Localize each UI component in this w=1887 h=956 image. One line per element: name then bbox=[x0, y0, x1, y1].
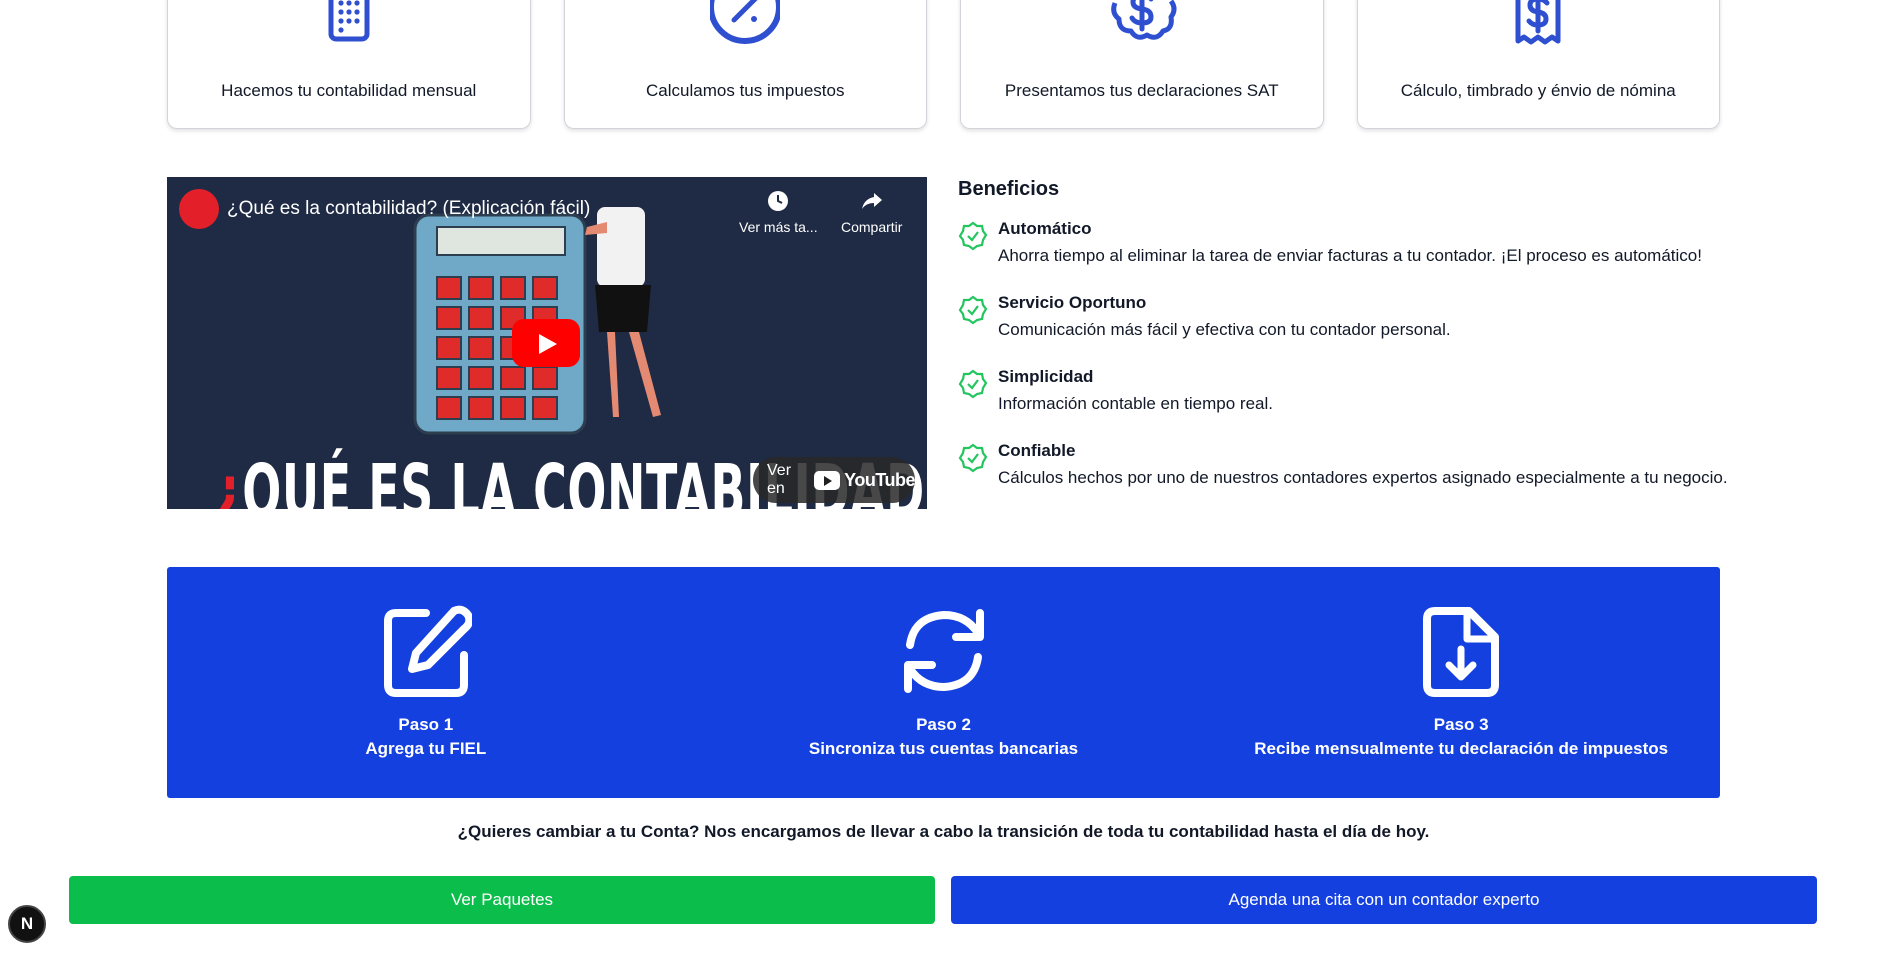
share-button[interactable]: Compartir bbox=[841, 189, 902, 235]
service-card-label: Hacemos tu contabilidad mensual bbox=[221, 81, 477, 100]
dollar-badge-icon bbox=[1110, 0, 1177, 40]
benefit-text: Ahorra tiempo al eliminar la tarea de en… bbox=[998, 246, 1702, 265]
benefit-item: Automático Ahorra tiempo al eliminar la … bbox=[958, 219, 1738, 291]
steps-section: Paso 1 Agrega tu FIEL Paso 2 Sincroniza … bbox=[167, 567, 1720, 798]
channel-avatar[interactable] bbox=[179, 189, 219, 229]
step-number: Paso 3 bbox=[1433, 715, 1489, 734]
services-cards: Hacemos tu contabilidad mensual Calculam… bbox=[167, 0, 1720, 129]
benefit-item: Simplicidad Información contable en tiem… bbox=[958, 367, 1738, 439]
service-card-accounting: Hacemos tu contabilidad mensual bbox=[167, 0, 531, 129]
clock-icon bbox=[768, 191, 789, 211]
step-text: Recibe mensualmente tu declaración de im… bbox=[1254, 739, 1669, 758]
step-number: Paso 2 bbox=[916, 715, 971, 734]
benefit-text: Comunicación más fácil y efectiva con tu… bbox=[998, 320, 1451, 339]
play-button[interactable] bbox=[512, 319, 580, 367]
watch-later-button[interactable]: Ver más ta... bbox=[739, 189, 818, 235]
benefits-heading: Beneficios bbox=[958, 178, 1060, 200]
file-download-icon bbox=[1423, 607, 1500, 697]
watch-on-label: Ver en bbox=[767, 462, 792, 497]
check-badge-icon bbox=[958, 295, 988, 325]
share-icon bbox=[861, 193, 882, 209]
transition-message: ¿Quieres cambiar a tu Conta? Nos encarga… bbox=[457, 822, 1430, 841]
benefit-item: Confiable Cálculos hechos por uno de nue… bbox=[958, 441, 1738, 513]
service-card-label: Calculamos tus impuestos bbox=[646, 81, 845, 100]
youtube-video-embed[interactable]: ¿Qué es la contabilidad? (Explicación fá… bbox=[167, 177, 927, 509]
benefits-section: Beneficios Automático Ahorra tiempo al e… bbox=[958, 178, 1738, 513]
benefit-title: Automático bbox=[998, 219, 1092, 238]
check-badge-icon bbox=[958, 221, 988, 251]
step-3: Paso 3 Recibe mensualmente tu declaració… bbox=[1202, 567, 1720, 798]
step-text: Agrega tu FIEL bbox=[365, 739, 487, 758]
service-card-taxes: Calculamos tus impuestos bbox=[563, 0, 927, 129]
sync-icon bbox=[903, 609, 984, 693]
youtube-wordmark: YouTube bbox=[844, 469, 915, 490]
benefit-title: Servicio Oportuno bbox=[998, 293, 1147, 312]
percent-badge-icon bbox=[710, 0, 781, 44]
benefit-text: Información contable en tiempo real. bbox=[998, 394, 1273, 413]
benefit-item: Servicio Oportuno Comunicación más fácil… bbox=[958, 293, 1738, 365]
watch-later-label: Ver más ta... bbox=[739, 219, 818, 235]
edit-icon bbox=[383, 605, 472, 697]
step-1: Paso 1 Agrega tu FIEL bbox=[167, 567, 685, 798]
calculator-icon bbox=[328, 0, 370, 42]
video-title[interactable]: ¿Qué es la contabilidad? (Explicación fá… bbox=[227, 198, 590, 220]
benefit-title: Simplicidad bbox=[998, 367, 1094, 386]
book-appointment-button[interactable]: Agenda una cita con un contador experto bbox=[951, 876, 1817, 924]
service-card-label: Cálculo, timbrado y énvio de nómina bbox=[1400, 81, 1676, 100]
view-packages-button[interactable]: Ver Paquetes bbox=[69, 876, 935, 924]
benefit-text: Cálculos hechos por uno de nuestros cont… bbox=[998, 468, 1728, 487]
step-2: Paso 2 Sincroniza tus cuentas bancarias bbox=[685, 567, 1203, 798]
watch-on-youtube-button[interactable]: Ver en YouTube bbox=[753, 457, 915, 503]
share-label: Compartir bbox=[841, 219, 903, 235]
service-card-label: Presentamos tus declaraciones SAT bbox=[1004, 81, 1279, 100]
step-number: Paso 1 bbox=[398, 715, 454, 734]
check-badge-icon bbox=[958, 443, 988, 473]
benefit-title: Confiable bbox=[998, 441, 1076, 460]
youtube-logo: YouTube bbox=[814, 470, 915, 491]
receipt-dollar-icon bbox=[1515, 0, 1561, 45]
service-card-payroll: Cálculo, timbrado y énvio de nómina bbox=[1356, 0, 1720, 129]
step-text: Sincroniza tus cuentas bancarias bbox=[808, 739, 1079, 758]
service-card-declarations: Presentamos tus declaraciones SAT bbox=[960, 0, 1324, 129]
youtube-play-icon bbox=[814, 470, 841, 490]
overlay-question-mark: ¿ bbox=[215, 449, 243, 509]
nextjs-dev-badge[interactable]: N bbox=[8, 905, 46, 943]
check-badge-icon bbox=[958, 369, 988, 399]
